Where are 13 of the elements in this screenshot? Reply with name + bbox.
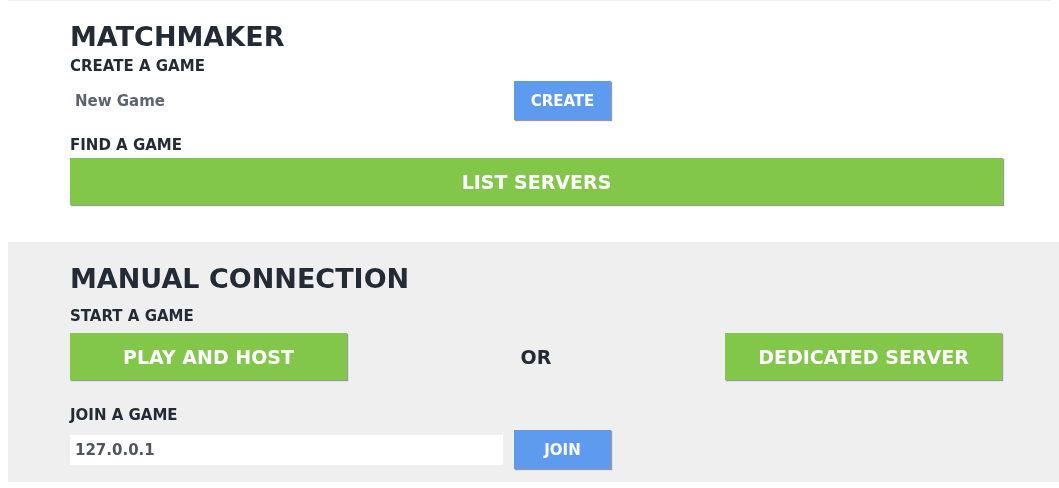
address-field[interactable]: 127.0.0.1 xyxy=(70,434,503,465)
dedicated-server-button[interactable]: DEDICATED SERVER xyxy=(725,333,1002,380)
join-button[interactable]: JOIN xyxy=(514,430,611,469)
section-title: MANUAL CONNECTION xyxy=(70,263,411,295)
list-servers-button[interactable]: LIST SERVERS xyxy=(70,158,1003,205)
or-label: OR xyxy=(520,345,552,368)
section-label: JOIN A GAME xyxy=(70,406,179,424)
section-title: MATCHMAKER xyxy=(70,21,286,53)
section-label: START A GAME xyxy=(70,307,195,325)
play-and-host-button[interactable]: PLAY AND HOST xyxy=(70,333,347,380)
section-label: CREATE A GAME xyxy=(70,57,206,75)
create-button[interactable]: CREATE xyxy=(514,81,611,120)
section-label: FIND A GAME xyxy=(70,136,183,154)
